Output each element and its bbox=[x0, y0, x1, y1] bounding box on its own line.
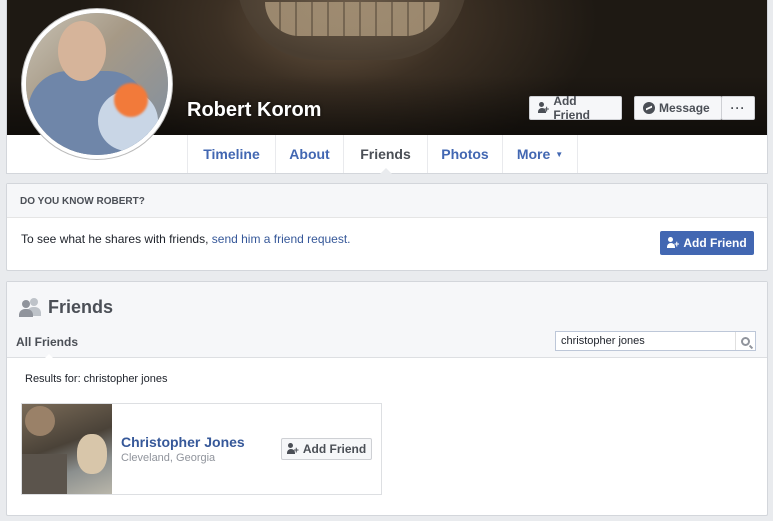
friends-search-input[interactable] bbox=[556, 332, 735, 350]
add-friend-icon: + bbox=[293, 445, 299, 455]
tab-about[interactable]: About bbox=[275, 135, 343, 173]
tab-more[interactable]: More ▼ bbox=[502, 135, 578, 173]
profile-tabs: Timeline About Friends Photos More ▼ bbox=[187, 135, 578, 174]
tab-more-label: More bbox=[516, 146, 551, 162]
do-you-know-text: To see what he shares with friends, bbox=[21, 232, 212, 246]
tab-friends-label: Friends bbox=[360, 146, 411, 162]
add-friend-icon: + bbox=[674, 239, 680, 249]
friends-title: Friends bbox=[48, 297, 114, 317]
add-friend-primary-button[interactable]: + Add Friend bbox=[660, 231, 754, 255]
tab-photos-label: Photos bbox=[441, 146, 489, 162]
tab-about-label: About bbox=[289, 146, 330, 162]
message-button[interactable]: Message bbox=[634, 96, 722, 120]
more-options-icon: ··· bbox=[730, 101, 746, 115]
do-you-know-heading: DO YOU KNOW ROBERT? bbox=[7, 184, 767, 218]
tab-timeline[interactable]: Timeline bbox=[187, 135, 275, 173]
tab-friends[interactable]: Friends bbox=[343, 135, 427, 174]
do-you-know-panel: DO YOU KNOW ROBERT? To see what he share… bbox=[6, 183, 768, 271]
friends-panel: Friends All Friends Results for: christo… bbox=[6, 281, 768, 516]
cover-photo-detail bbox=[265, 2, 440, 36]
add-friend-label: Add Friend bbox=[553, 94, 590, 122]
friend-location: Cleveland, Georgia bbox=[121, 452, 216, 464]
friend-add-friend-label: Add Friend bbox=[302, 442, 367, 456]
results-text: Results for: christopher jones bbox=[25, 373, 168, 385]
more-options-button[interactable]: ··· bbox=[721, 96, 755, 120]
tab-photos[interactable]: Photos bbox=[427, 135, 502, 173]
add-friend-button[interactable]: + Add Friend bbox=[529, 94, 622, 122]
add-friend-primary-label: Add Friend bbox=[683, 236, 747, 250]
add-friend-icon: + bbox=[544, 104, 550, 114]
search-button[interactable] bbox=[735, 332, 755, 350]
friend-photo[interactable] bbox=[22, 404, 112, 494]
send-friend-request-link[interactable]: send him a friend request. bbox=[212, 232, 351, 246]
profile-picture[interactable] bbox=[22, 9, 172, 159]
messenger-icon bbox=[643, 102, 655, 114]
profile-name[interactable]: Robert Korom bbox=[187, 99, 321, 122]
search-icon bbox=[741, 336, 750, 346]
all-friends-tab[interactable]: All Friends bbox=[16, 335, 78, 359]
friend-card: Christopher Jones Cleveland, Georgia + A… bbox=[21, 403, 382, 495]
friends-header: Friends All Friends bbox=[7, 282, 767, 359]
message-label: Message bbox=[659, 101, 710, 115]
chevron-down-icon: ▼ bbox=[555, 149, 564, 159]
friends-icon bbox=[19, 298, 41, 317]
profile-picture-redaction bbox=[114, 83, 148, 117]
profile-header: Robert Korom + Add Friend Message ··· Ti… bbox=[6, 0, 768, 174]
friend-name[interactable]: Christopher Jones bbox=[121, 434, 245, 450]
tab-timeline-label: Timeline bbox=[203, 146, 260, 162]
friends-search bbox=[555, 331, 756, 351]
profile-picture-head bbox=[58, 21, 106, 81]
do-you-know-body: To see what he shares with friends, send… bbox=[7, 218, 767, 270]
friend-add-friend-button[interactable]: + Add Friend bbox=[281, 438, 372, 460]
